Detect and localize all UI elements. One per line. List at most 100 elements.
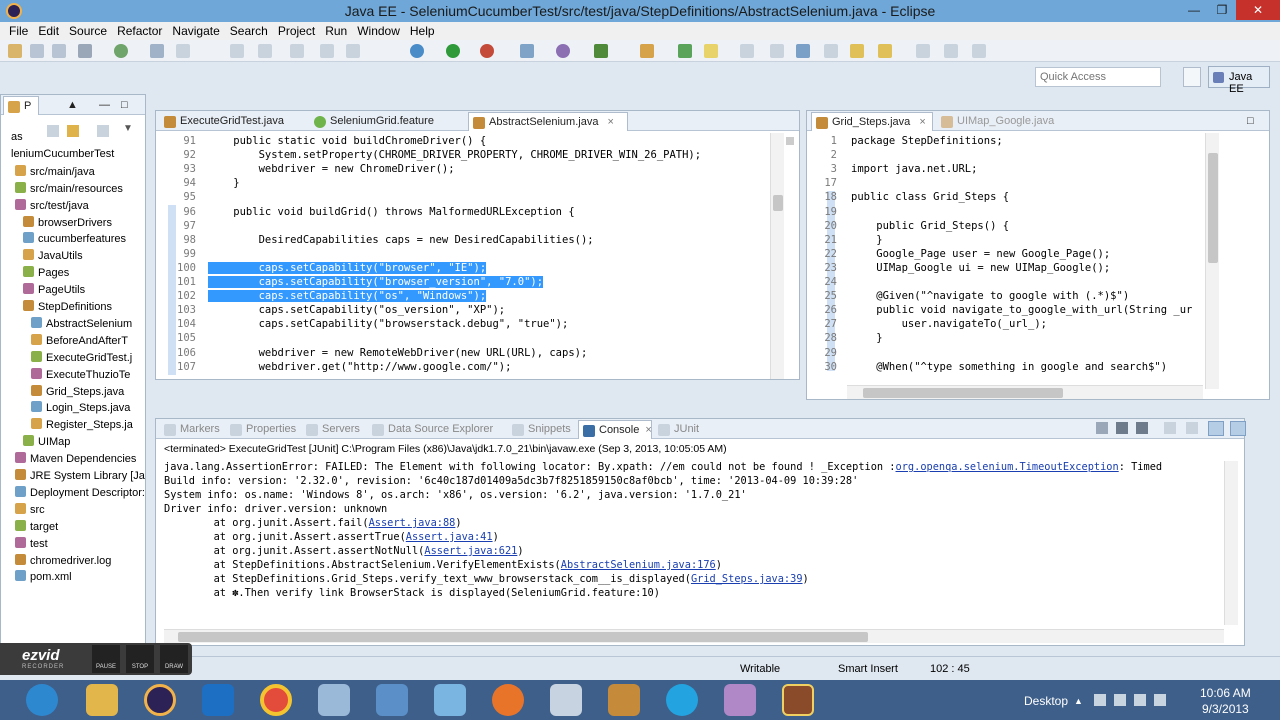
console-show-on-error-icon[interactable] <box>1230 421 1246 436</box>
minimize-button[interactable]: — <box>1180 0 1208 20</box>
firefox-icon[interactable] <box>492 684 524 716</box>
skype-icon[interactable] <box>666 684 698 716</box>
tree-item[interactable]: ExecuteGridTest.j <box>31 350 132 367</box>
tree-item[interactable]: as <box>11 131 23 147</box>
code-area-left[interactable]: 91 public static void buildChromeDriver(… <box>156 135 768 375</box>
tab-abstractselenium[interactable]: AbstractSelenium.java × <box>468 112 628 131</box>
close-tab-icon[interactable]: × <box>645 424 651 436</box>
pin-editor-icon[interactable] <box>972 44 986 58</box>
print-icon[interactable] <box>78 44 92 58</box>
console-hscrollbar[interactable] <box>164 629 1224 643</box>
console-remove-all-icon[interactable] <box>1136 422 1148 434</box>
tree-item[interactable]: StepDefinitions <box>23 300 112 316</box>
step-icon[interactable] <box>290 44 304 58</box>
tree-item[interactable]: JavaUtils <box>23 249 83 265</box>
tab-package-explorer[interactable]: P <box>3 96 39 115</box>
tab-properties[interactable]: Properties <box>226 420 298 439</box>
prev-annotation-icon[interactable] <box>850 44 864 58</box>
tab-seleniumgrid-feature[interactable]: SeleniumGrid.feature <box>310 112 460 131</box>
cut-icon[interactable] <box>150 44 164 58</box>
console-output[interactable]: java.lang.AssertionError: FAILED: The El… <box>164 461 1220 621</box>
run-icon[interactable] <box>446 44 460 58</box>
undo-icon[interactable] <box>230 44 244 58</box>
tree-item[interactable]: chromedriver.log <box>15 553 111 570</box>
back-icon[interactable] <box>916 44 930 58</box>
ie-icon[interactable] <box>26 684 58 716</box>
last-edit-icon[interactable] <box>878 44 892 58</box>
copy-icon[interactable] <box>176 44 190 58</box>
tree-item[interactable]: Deployment Descriptor: <box>15 485 145 502</box>
editor-right-scrollbar[interactable] <box>1205 133 1219 389</box>
tree-item[interactable]: ExecuteThuzioTe <box>31 367 130 384</box>
new-icon[interactable] <box>8 44 22 58</box>
console-scrollbar[interactable] <box>1224 461 1238 625</box>
tree-item[interactable]: Maven Dependencies <box>15 452 136 468</box>
menu-refactor[interactable]: Refactor <box>112 22 167 40</box>
server-icon[interactable] <box>114 44 128 58</box>
editor-left-scrollbar[interactable] <box>770 133 784 379</box>
menu-window[interactable]: Window <box>352 22 405 40</box>
console-remove-icon[interactable] <box>1116 422 1128 434</box>
open-type-icon[interactable] <box>640 44 654 58</box>
tree-item[interactable]: leniumCucumberTest <box>11 148 114 164</box>
tab-markers[interactable]: Markers <box>160 420 222 439</box>
recorder-draw-button[interactable]: DRAW <box>160 645 188 673</box>
close-tab-icon[interactable]: × <box>919 116 925 128</box>
new-package-icon[interactable] <box>556 44 570 58</box>
open-perspective-button[interactable] <box>1183 67 1201 87</box>
resume-icon[interactable] <box>320 44 334 58</box>
stacktrace-link[interactable]: Assert.java:41 <box>406 531 493 543</box>
stacktrace-link[interactable]: org.openqa.selenium.TimeoutException <box>896 461 1119 473</box>
stacktrace-link[interactable]: Assert.java:621 <box>424 545 517 557</box>
new-class-icon[interactable] <box>594 44 608 58</box>
forward-icon[interactable] <box>944 44 958 58</box>
tab-data-source-explorer[interactable]: Data Source Explorer <box>368 420 504 439</box>
outlook-icon[interactable] <box>202 684 234 716</box>
tree-item[interactable]: target <box>15 519 58 536</box>
console-show-on-output-icon[interactable] <box>1208 421 1224 436</box>
menu-navigate[interactable]: Navigate <box>167 22 224 40</box>
tree-item[interactable]: test <box>15 536 48 553</box>
save-all-icon[interactable] <box>52 44 66 58</box>
console-terminate-icon[interactable] <box>1096 422 1108 434</box>
scroll-thumb[interactable] <box>1208 153 1218 263</box>
minimize-pane-icon[interactable]: — <box>97 96 115 115</box>
tool-icon[interactable] <box>608 684 640 716</box>
tab-servers[interactable]: Servers <box>302 420 364 439</box>
tray-time[interactable]: 10:06 AM <box>1200 686 1251 700</box>
close-tab-icon[interactable]: × <box>608 116 614 128</box>
suspend-icon[interactable] <box>346 44 360 58</box>
save-icon[interactable] <box>30 44 44 58</box>
scroll-thumb[interactable] <box>773 195 783 211</box>
hscroll-thumb[interactable] <box>863 388 1063 398</box>
tray-flag-icon[interactable] <box>1094 694 1106 706</box>
tree-item[interactable]: src/main/java <box>15 164 95 181</box>
maximize-editor-icon[interactable]: □ <box>1243 112 1263 131</box>
new-java-project-icon[interactable] <box>520 44 534 58</box>
tab-grid-steps[interactable]: Grid_Steps.java × <box>811 112 933 131</box>
search-icon[interactable] <box>678 44 692 58</box>
mark-occurrences-icon[interactable] <box>704 44 718 58</box>
tree-item[interactable]: AbstractSelenium <box>31 316 132 333</box>
block-selection-icon[interactable] <box>796 44 810 58</box>
tab-executegridtest[interactable]: ExecuteGridTest.java <box>160 112 300 131</box>
recorder-pause-button[interactable]: PAUSE <box>92 645 120 673</box>
tree-item[interactable]: src/main/resources <box>15 181 123 198</box>
menu-search[interactable]: Search <box>225 22 273 40</box>
show-whitespace-icon[interactable] <box>770 44 784 58</box>
tree-item[interactable]: UIMap <box>23 435 70 451</box>
tray-date[interactable]: 9/3/2013 <box>1202 702 1249 716</box>
tab-uimap-google[interactable]: UIMap_Google.java <box>937 112 1067 131</box>
tree-item[interactable]: Login_Steps.java <box>31 401 130 417</box>
menu-help[interactable]: Help <box>405 22 440 40</box>
desktop-toolbar-label[interactable]: Desktop <box>1024 694 1068 708</box>
editor-right-hscrollbar[interactable] <box>847 385 1203 399</box>
tray-expand-icon[interactable]: ▲ <box>1074 696 1083 706</box>
stacktrace-link[interactable]: AbstractSelenium.java:176 <box>561 559 716 571</box>
remote-desktop-icon[interactable] <box>376 684 408 716</box>
paint-icon[interactable] <box>318 684 350 716</box>
tree-item[interactable]: Register_Steps.ja <box>31 418 133 434</box>
notepad-icon[interactable] <box>434 684 466 716</box>
tree-item[interactable]: src/test/java <box>15 198 89 215</box>
tab-console[interactable]: Console × <box>578 420 652 439</box>
